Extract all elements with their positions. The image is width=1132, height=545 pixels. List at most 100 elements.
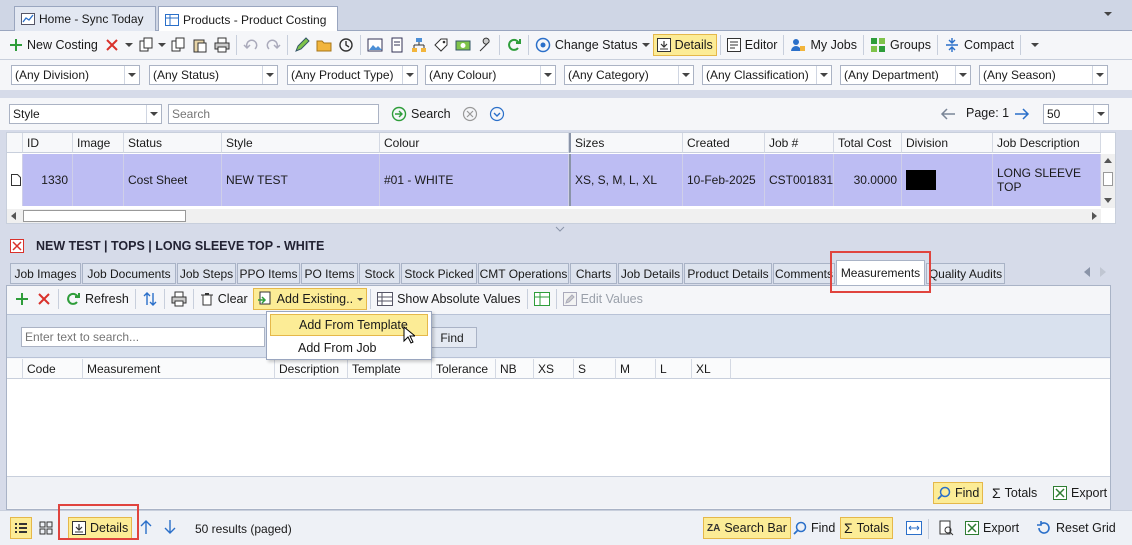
- add-icon[interactable]: [11, 288, 33, 310]
- cell-total-cost[interactable]: 30.0000: [834, 154, 902, 206]
- tab-product-details[interactable]: Product Details: [684, 263, 772, 284]
- chevron-down-icon[interactable]: [1092, 66, 1107, 84]
- measurements-grid-body[interactable]: [7, 379, 1110, 476]
- pencil-icon[interactable]: [291, 34, 313, 56]
- search-input[interactable]: [168, 104, 379, 124]
- tab-overflow-icon[interactable]: [1104, 12, 1112, 16]
- cell-image[interactable]: [73, 154, 124, 206]
- column-header-code[interactable]: Code: [23, 359, 83, 379]
- page-size-select[interactable]: 50: [1043, 104, 1109, 124]
- chevron-down-icon[interactable]: [540, 66, 555, 84]
- history-icon[interactable]: [335, 34, 357, 56]
- hierarchy-icon[interactable]: [408, 34, 430, 56]
- footer-totals-button[interactable]: Σ Totals: [989, 482, 1040, 504]
- copy-icon[interactable]: [167, 34, 189, 56]
- card-view-icon[interactable]: [35, 517, 57, 539]
- tab-charts[interactable]: Charts: [570, 263, 617, 284]
- footer-find-button[interactable]: Find: [933, 482, 984, 504]
- arrow-up-icon[interactable]: [140, 520, 152, 534]
- fit-columns-icon[interactable]: [903, 517, 925, 539]
- folder-icon[interactable]: [313, 34, 335, 56]
- column-header-created[interactable]: Created: [683, 133, 765, 153]
- editor-button[interactable]: Editor: [724, 34, 781, 56]
- column-header-l[interactable]: L: [656, 359, 692, 379]
- sort-icon[interactable]: [139, 288, 161, 310]
- paste-icon[interactable]: [189, 34, 211, 56]
- tab-stock[interactable]: Stock: [359, 263, 400, 284]
- cell-job-description[interactable]: LONG SLEEVE TOP: [993, 154, 1101, 206]
- column-header-id[interactable]: ID: [23, 133, 73, 153]
- column-header-description[interactable]: Description: [275, 359, 348, 379]
- column-header-s[interactable]: S: [574, 359, 616, 379]
- redo-icon[interactable]: [262, 34, 284, 56]
- chevron-down-icon[interactable]: [816, 66, 831, 84]
- column-header-measurement[interactable]: Measurement: [83, 359, 275, 379]
- footer-export-button[interactable]: Export: [1050, 482, 1110, 504]
- product-type-filter[interactable]: (Any Product Type): [287, 65, 418, 85]
- expand-search-icon[interactable]: [489, 106, 505, 122]
- splitter-grip-icon[interactable]: [555, 226, 565, 232]
- cell-style[interactable]: NEW TEST: [222, 154, 380, 206]
- tab-ppo-items[interactable]: PPO Items: [237, 263, 300, 284]
- copy-special-icon[interactable]: [135, 34, 157, 56]
- image-icon[interactable]: [364, 34, 386, 56]
- tab-comments[interactable]: Comments: [773, 263, 835, 284]
- toolbar-overflow-icon[interactable]: [1024, 34, 1046, 56]
- column-header-xl[interactable]: XL: [692, 359, 731, 379]
- arrow-down-icon[interactable]: [164, 520, 176, 534]
- column-header-template[interactable]: Template: [348, 359, 432, 379]
- my-jobs-button[interactable]: My Jobs: [787, 34, 860, 56]
- undo-icon[interactable]: [240, 34, 262, 56]
- cell-status[interactable]: Cost Sheet: [124, 154, 222, 206]
- cell-id[interactable]: 1330: [23, 154, 73, 206]
- tag-icon[interactable]: [430, 34, 452, 56]
- column-header-m[interactable]: M: [616, 359, 656, 379]
- close-detail-icon[interactable]: [10, 239, 24, 253]
- column-header-nb[interactable]: NB: [496, 359, 534, 379]
- tab-job-images[interactable]: Job Images: [10, 263, 81, 284]
- classification-filter[interactable]: (Any Classification): [702, 65, 832, 85]
- tab-cmt-operations[interactable]: CMT Operations: [478, 263, 569, 284]
- reset-grid-button[interactable]: Reset Grid: [1033, 517, 1119, 539]
- search-bar-toggle[interactable]: ZA Search Bar: [703, 517, 791, 539]
- division-filter[interactable]: (Any Division): [11, 65, 140, 85]
- delete-icon[interactable]: [101, 34, 123, 56]
- change-status-button[interactable]: Change Status: [532, 34, 653, 56]
- status-filter[interactable]: (Any Status): [149, 65, 278, 85]
- cell-colour[interactable]: #01 - WHITE: [380, 154, 569, 206]
- column-header-colour[interactable]: Colour: [380, 133, 569, 153]
- chevron-down-icon[interactable]: [262, 66, 277, 84]
- tab-job-documents[interactable]: Job Documents: [82, 263, 176, 284]
- grid-vertical-scrollbar[interactable]: [1101, 154, 1115, 208]
- delete-icon[interactable]: [33, 288, 55, 310]
- document-icon[interactable]: [386, 34, 408, 56]
- colour-filter[interactable]: (Any Colour): [425, 65, 556, 85]
- chevron-down-icon[interactable]: [1093, 105, 1108, 123]
- search-field-select[interactable]: Style: [9, 104, 162, 124]
- category-filter[interactable]: (Any Category): [564, 65, 694, 85]
- refresh-button[interactable]: Refresh: [62, 288, 132, 310]
- chevron-down-icon[interactable]: [124, 66, 139, 84]
- copy-dropdown-icon[interactable]: [157, 34, 167, 56]
- cell-job-number[interactable]: CST001831: [765, 154, 834, 206]
- clear-button[interactable]: Clear: [197, 288, 251, 310]
- delete-dropdown-icon[interactable]: [123, 34, 135, 56]
- chevron-down-icon[interactable]: [678, 66, 693, 84]
- edit-values-button[interactable]: Edit Values: [560, 288, 646, 310]
- chevron-down-icon[interactable]: [955, 66, 970, 84]
- column-header-status[interactable]: Status: [124, 133, 222, 153]
- clear-search-icon[interactable]: [462, 106, 478, 122]
- status-export-button[interactable]: Export: [962, 517, 1022, 539]
- tab-products-product-costing[interactable]: Products - Product Costing: [158, 6, 338, 32]
- details-toggle-button[interactable]: Details: [652, 34, 717, 56]
- find-button[interactable]: Find: [427, 327, 477, 348]
- tabs-scroll-right-icon[interactable]: [1099, 267, 1107, 277]
- tab-job-steps[interactable]: Job Steps: [177, 263, 236, 284]
- column-header-job-description[interactable]: Job Description: [993, 133, 1101, 153]
- grid-horizontal-scrollbar[interactable]: [7, 209, 1101, 223]
- previous-page-icon[interactable]: [940, 107, 956, 121]
- column-header-sizes[interactable]: Sizes: [569, 133, 683, 153]
- status-find-button[interactable]: Find: [790, 517, 838, 539]
- wrench-icon[interactable]: [474, 34, 496, 56]
- print-icon[interactable]: [168, 288, 190, 310]
